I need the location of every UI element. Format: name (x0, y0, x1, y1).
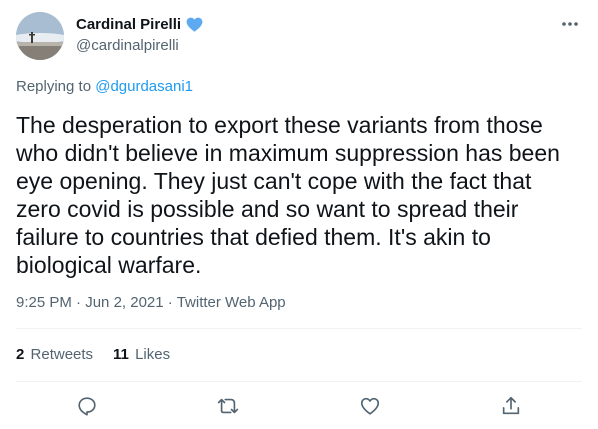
tweet-date[interactable]: Jun 2, 2021 (85, 294, 163, 311)
author-handle[interactable]: @cardinalpirelli (76, 37, 179, 54)
more-icon (562, 22, 578, 26)
likes-stat[interactable]: 11 Likes (113, 346, 170, 363)
reply-icon (78, 397, 96, 416)
more-button[interactable] (558, 12, 582, 36)
tweet-meta: 9:25 PM · Jun 2, 2021 · Twitter Web App (16, 294, 286, 311)
author-name-row[interactable]: Cardinal Pirelli (76, 15, 204, 34)
display-name[interactable]: Cardinal Pirelli (76, 16, 181, 33)
likes-count: 11 (113, 346, 129, 363)
reply-mention-link[interactable]: @dgurdasani1 (95, 78, 193, 95)
like-button[interactable] (357, 393, 383, 419)
divider (16, 381, 582, 382)
blue-heart-icon (185, 15, 204, 34)
heart-icon (360, 397, 380, 415)
likes-label: Likes (135, 346, 171, 363)
replying-prefix: Replying to (16, 78, 92, 95)
share-icon (502, 396, 520, 415)
tweet-time[interactable]: 9:25 PM (16, 294, 72, 311)
meta-separator: · (163, 294, 177, 311)
avatar[interactable] (16, 12, 64, 60)
divider (16, 328, 582, 329)
retweets-label: Retweets (30, 346, 94, 363)
action-bar (0, 393, 598, 419)
retweets-count: 2 (16, 346, 25, 363)
meta-separator: · (71, 294, 86, 311)
tweet-stats: 2 Retweets 11 Likes (16, 346, 170, 363)
retweet-button[interactable] (215, 393, 241, 419)
retweets-stat[interactable]: 2 Retweets (16, 346, 93, 363)
tweet-source[interactable]: Twitter Web App (177, 294, 286, 311)
share-button[interactable] (498, 393, 524, 419)
tweet-text: The desperation to export these variants… (16, 112, 560, 278)
replying-to: Replying to @dgurdasani1 (16, 78, 193, 95)
reply-button[interactable] (74, 393, 100, 419)
retweet-icon (217, 398, 239, 414)
